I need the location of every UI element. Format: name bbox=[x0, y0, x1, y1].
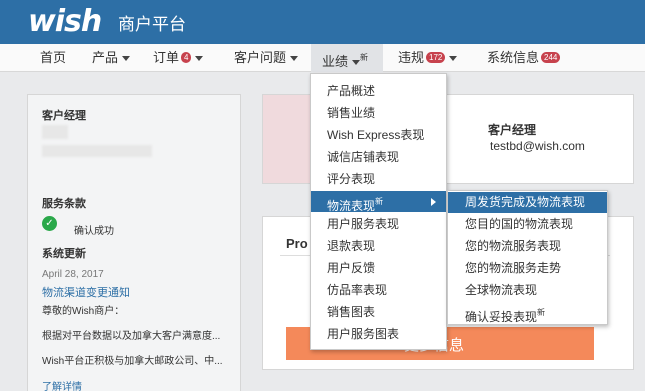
menu-item-user-service[interactable]: 用户服务表现 bbox=[311, 214, 446, 235]
menu-item-trusted-store[interactable]: 诚信店铺表现 bbox=[311, 147, 446, 168]
submenu-item-global[interactable]: 全球物流表现 bbox=[448, 280, 607, 301]
top-header: wish 商户平台 bbox=[0, 0, 645, 44]
chevron-right-icon bbox=[431, 198, 436, 206]
nav-system-info[interactable]: 系统信息 244 bbox=[487, 44, 561, 72]
nav-products[interactable]: 产品 bbox=[92, 44, 131, 72]
banner-image bbox=[263, 95, 313, 183]
new-tag: 新 bbox=[375, 197, 384, 206]
manager-heading: 客户经理 bbox=[42, 110, 86, 122]
update-line-1: 根据对平台数据以及加拿大客户满意度... bbox=[42, 331, 221, 342]
submenu-item-service[interactable]: 您的物流服务表现 bbox=[448, 236, 607, 257]
submenu-item-destination[interactable]: 您目的国的物流表现 bbox=[448, 214, 607, 235]
logistics-submenu: 周发货完成及物流表现 您目的国的物流表现 您的物流服务表现 您的物流服务走势 全… bbox=[447, 190, 608, 325]
nav-performance[interactable]: 业绩 新 bbox=[311, 44, 383, 72]
menu-item-refund[interactable]: 退款表现 bbox=[311, 236, 446, 257]
new-tag: 新 bbox=[360, 53, 369, 62]
nav-system-info-label: 系统信息 bbox=[487, 50, 540, 65]
nav-home-label: 首页 bbox=[40, 50, 67, 65]
menu-item-feedback[interactable]: 用户反馈 bbox=[311, 258, 446, 279]
performance-dropdown: 产品概述 销售业绩 Wish Express表现 诚信店铺表现 评分表现 物流表… bbox=[310, 73, 447, 350]
nav-performance-label: 业绩 bbox=[322, 54, 349, 69]
card-manager-email: testbd@wish.com bbox=[490, 139, 585, 153]
update-line-2: Wish平台正积极与加拿大邮政公司、中... bbox=[42, 356, 223, 367]
left-panel: 客户经理 服务条款 确认成功 系统更新 April 28, 2017 物流渠道变… bbox=[27, 94, 241, 391]
redacted-name bbox=[42, 125, 68, 139]
chevron-down-icon bbox=[352, 60, 361, 66]
menu-item-sales-chart[interactable]: 销售图表 bbox=[311, 302, 446, 323]
nav-home[interactable]: 首页 bbox=[40, 44, 66, 72]
card-manager-title: 客户经理 bbox=[488, 123, 537, 137]
portal-title: 商户平台 bbox=[118, 15, 186, 34]
update-title-link[interactable]: 物流渠道变更通知 bbox=[42, 284, 130, 300]
menu-item-wish-express[interactable]: Wish Express表现 bbox=[311, 125, 446, 146]
pro-label: Pro bbox=[286, 236, 308, 251]
submenu-item-delivery-confirm-label: 确认妥投表现 bbox=[465, 310, 538, 324]
nav-violations[interactable]: 违规 172 bbox=[398, 44, 458, 72]
menu-item-counterfeit[interactable]: 仿品率表现 bbox=[311, 280, 446, 301]
menu-item-product-overview[interactable]: 产品概述 bbox=[311, 81, 446, 102]
wish-logo[interactable]: wish bbox=[28, 4, 102, 39]
menu-item-sales[interactable]: 销售业绩 bbox=[311, 103, 446, 124]
submenu-item-trend[interactable]: 您的物流服务走势 bbox=[448, 258, 607, 279]
update-date: April 28, 2017 bbox=[42, 269, 104, 280]
menu-item-rating[interactable]: 评分表现 bbox=[311, 169, 446, 190]
violations-badge: 172 bbox=[426, 52, 446, 63]
submenu-item-weekly-shipping[interactable]: 周发货完成及物流表现 bbox=[448, 192, 607, 213]
nav-orders[interactable]: 订单 4 bbox=[153, 44, 204, 72]
check-icon: ✓ bbox=[42, 216, 57, 231]
menu-item-logistics[interactable]: 物流表现新 bbox=[311, 191, 446, 213]
system-info-badge: 244 bbox=[541, 52, 561, 63]
learn-more-link[interactable]: 了解详情 bbox=[42, 378, 82, 391]
orders-badge: 4 bbox=[181, 52, 192, 63]
redacted-email bbox=[42, 145, 152, 157]
nav-orders-label: 订单 bbox=[153, 50, 180, 65]
chevron-down-icon bbox=[449, 56, 458, 62]
nav-violations-label: 违规 bbox=[398, 50, 425, 65]
submenu-item-delivery-confirm[interactable]: 确认妥投表现新 bbox=[448, 302, 607, 324]
new-tag: 新 bbox=[537, 308, 546, 317]
nav-customer-issues[interactable]: 客户问题 bbox=[234, 44, 299, 72]
nav-customer-issues-label: 客户问题 bbox=[234, 50, 287, 65]
menu-item-logistics-label: 物流表现 bbox=[327, 199, 376, 213]
nav-products-label: 产品 bbox=[92, 50, 119, 65]
main-nav: 首页 产品 订单 4 客户问题 业绩 新 违规 172 系统信息 244 bbox=[0, 44, 645, 72]
menu-item-user-service-chart[interactable]: 用户服务图表 bbox=[311, 324, 446, 345]
chevron-down-icon bbox=[122, 56, 131, 62]
update-greeting: 尊敬的Wish商户： bbox=[42, 306, 125, 317]
terms-status: 确认成功 bbox=[74, 226, 114, 237]
updates-heading: 系统更新 bbox=[42, 248, 86, 260]
chevron-down-icon bbox=[290, 56, 299, 62]
chevron-down-icon bbox=[195, 56, 204, 62]
terms-heading: 服务条款 bbox=[42, 198, 86, 210]
